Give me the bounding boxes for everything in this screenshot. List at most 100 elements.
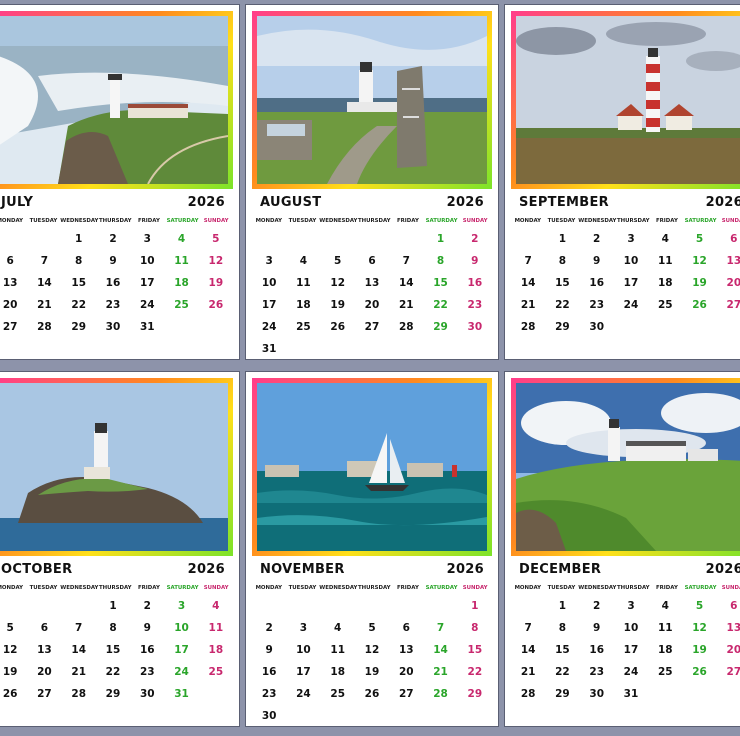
day-cell: 17 [252, 295, 286, 317]
day-cell: 24 [130, 295, 164, 317]
day-number: 30 [589, 321, 605, 333]
week-row: 14 15 16 17 18 19 20 [511, 640, 740, 662]
day-number: 3 [177, 600, 186, 612]
day-number: 17 [623, 277, 639, 289]
day-cell [511, 229, 545, 251]
day-cell [286, 706, 320, 726]
weekday-label: MONDAY [0, 585, 24, 591]
day-cell: 26 [0, 684, 27, 706]
day-cell: 11 [648, 618, 682, 640]
day-number: 18 [174, 277, 189, 289]
day-cell [389, 339, 423, 359]
month-name: DECEMBER [519, 562, 602, 577]
day-cell: 6 [389, 618, 423, 640]
day-number: 4 [661, 233, 669, 245]
day-number: 11 [330, 644, 346, 656]
day-number: 14 [398, 277, 414, 289]
day-number: 17 [261, 299, 277, 311]
day-cell: 5 [682, 596, 716, 618]
day-number: 27 [37, 688, 52, 700]
day-cell: 23 [96, 295, 130, 317]
day-cell: 8 [423, 251, 457, 273]
year: 2026 [187, 562, 225, 577]
day-number: 30 [589, 688, 605, 700]
day-number: 26 [692, 299, 707, 311]
weekday-label: THURSDAY [98, 218, 132, 224]
day-cell [355, 229, 389, 251]
day-cell: 28 [423, 684, 457, 706]
day-cell: 13 [389, 640, 423, 662]
day-number: 31 [139, 321, 155, 333]
day-cell: 10 [252, 273, 286, 295]
day-number: 6 [40, 622, 49, 634]
day-number: 10 [623, 622, 639, 634]
day-number: 20 [726, 644, 740, 656]
day-cell: 29 [62, 317, 96, 339]
day-cell: 22 [62, 295, 96, 317]
day-cell [648, 684, 682, 706]
day-number: 29 [105, 688, 121, 700]
day-cell [682, 317, 716, 339]
day-number: 5 [368, 622, 376, 634]
day-number: 13 [37, 644, 52, 656]
weekday-label: TUESDAY [547, 585, 576, 591]
day-number: 4 [299, 255, 308, 267]
day-cell: 26 [199, 295, 233, 317]
day-cell: 28 [511, 684, 545, 706]
day-cell [321, 339, 355, 359]
weekday-header-row: MONDAY TUESDAYWEDNESDAYTHURSDAY FRIDAY SATU… [0, 213, 233, 229]
day-number: 11 [657, 255, 673, 267]
day-number: 22 [555, 666, 570, 678]
day-number: 8 [558, 622, 567, 634]
day-cell: 3 [286, 618, 320, 640]
day-cell: 22 [458, 662, 492, 684]
day-cell: 19 [199, 273, 233, 295]
weekday-label: MONDAY [0, 218, 24, 224]
photo-lighthouse-stone [257, 16, 487, 184]
week-row: 9 10 11 12 13 14 15 [252, 640, 492, 662]
day-number: 30 [467, 321, 483, 333]
day-number: 19 [330, 299, 346, 311]
day-cell: 22 [96, 662, 130, 684]
day-cell: 3 [614, 229, 648, 251]
day-number: 10 [623, 255, 639, 267]
day-cell: 15 [545, 273, 579, 295]
day-cell: 16 [580, 273, 614, 295]
day-number: 13 [726, 622, 740, 634]
day-number: 15 [555, 277, 570, 289]
day-cell: 1 [545, 229, 579, 251]
weekday-label: FRIDAY [396, 218, 419, 224]
day-number: 10 [174, 622, 189, 634]
day-number: 21 [71, 666, 87, 678]
year: 2026 [705, 562, 740, 577]
day-cell: 12 [682, 251, 716, 273]
day-number: 18 [657, 277, 673, 289]
weekday-label: TUESDAY [547, 218, 576, 224]
weekday-label: THURSDAY [357, 585, 391, 591]
day-number: 21 [398, 299, 414, 311]
day-number: 10 [261, 277, 277, 289]
day-number: 28 [398, 321, 414, 333]
day-cell: 13 [0, 273, 27, 295]
weekday-label: THURSDAY [98, 585, 132, 591]
day-cell: 10 [130, 251, 164, 273]
day-number: 20 [2, 299, 18, 311]
day-cell: 17 [286, 662, 320, 684]
day-cell [199, 317, 233, 339]
day-number: 6 [368, 255, 376, 267]
weekday-label: THURSDAY [616, 585, 650, 591]
weekday-label: TUESDAY [29, 218, 58, 224]
day-number: 23 [139, 666, 155, 678]
month-name: NOVEMBER [260, 562, 345, 577]
day-number: 2 [143, 600, 151, 612]
weekday-label: SATURDAY [684, 218, 717, 224]
day-cell: 18 [648, 640, 682, 662]
week-row: 21 22 23 24 25 26 27 [511, 662, 740, 684]
day-number: 21 [520, 666, 536, 678]
day-cell: 6 [355, 251, 389, 273]
day-number: 25 [330, 688, 346, 700]
day-number: 9 [109, 255, 117, 267]
day-cell: 18 [321, 662, 355, 684]
week-row: 7 8 9 10 11 12 13 [511, 618, 740, 640]
day-cell [423, 706, 457, 726]
